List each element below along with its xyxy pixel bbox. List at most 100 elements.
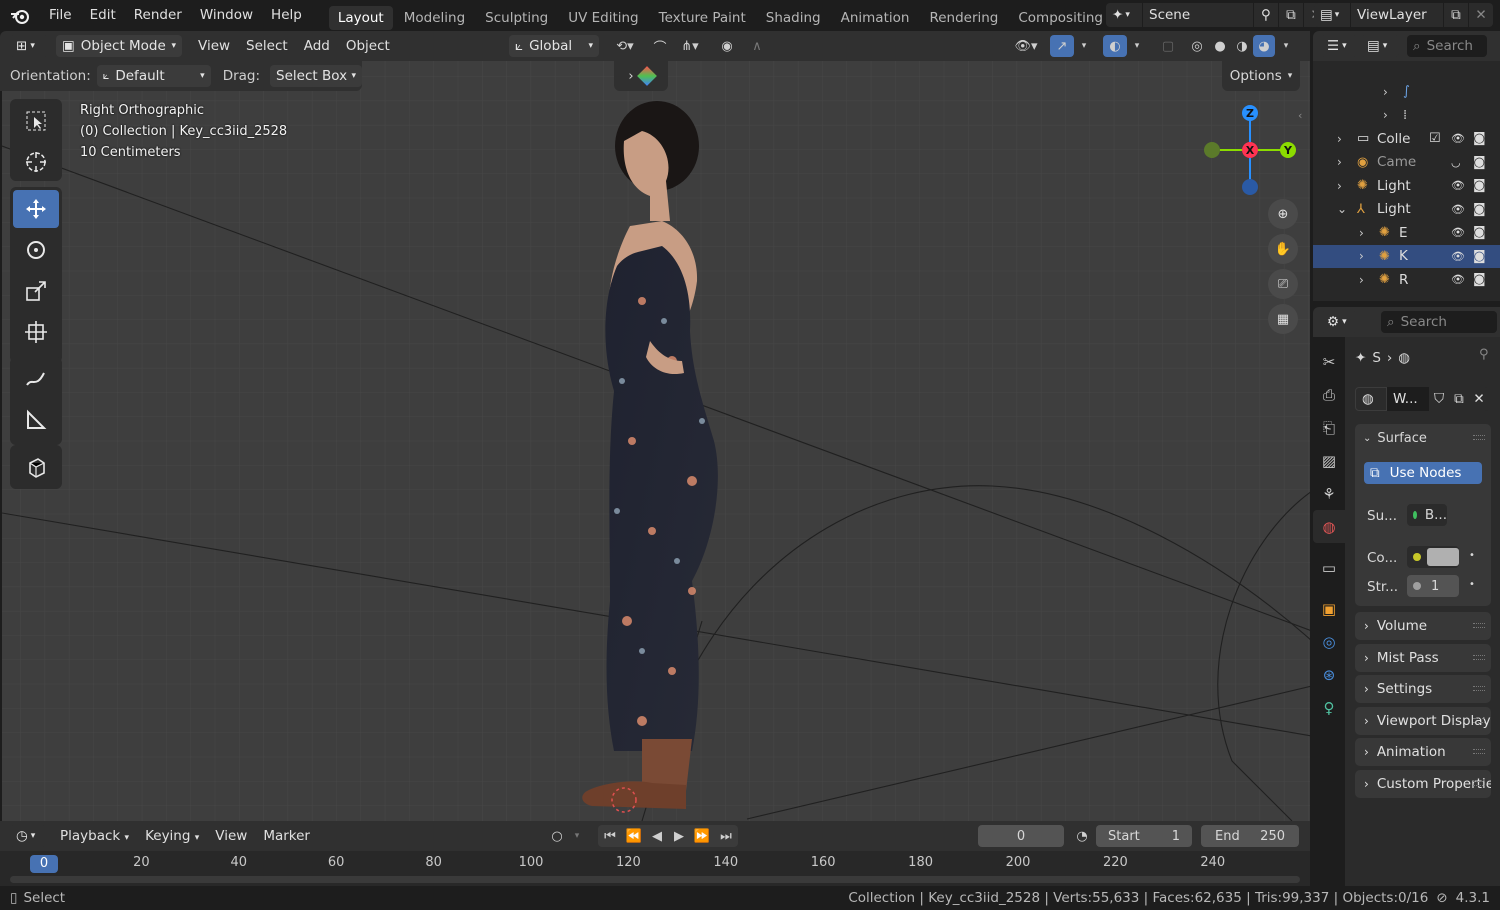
shading-dropdown-icon[interactable]: ▾ bbox=[1277, 35, 1295, 57]
menu-select[interactable]: Select bbox=[238, 38, 296, 54]
end-frame-field[interactable]: End 250 bbox=[1201, 825, 1299, 847]
render-camera-icon[interactable]: ◙ bbox=[1473, 249, 1486, 264]
chevron-right-icon[interactable]: › bbox=[1337, 132, 1342, 146]
fake-user-icon[interactable]: ⛉ bbox=[1429, 387, 1449, 411]
outliner-row[interactable]: › ⁞ bbox=[1313, 104, 1500, 128]
menu-marker[interactable]: Marker bbox=[255, 828, 318, 844]
jump-end-icon[interactable]: ⏭ bbox=[714, 825, 738, 847]
xray-icon[interactable]: ▢ bbox=[1156, 35, 1180, 57]
mode-selector[interactable]: ▣ Object Mode ▾ bbox=[56, 35, 182, 57]
panel-custom-properties[interactable]: › Custom Properties bbox=[1355, 770, 1491, 798]
transform-tool-icon[interactable] bbox=[13, 313, 59, 351]
outliner-row[interactable]: ⌄ ⅄ Light 👁 ◙ bbox=[1313, 198, 1500, 222]
add-cube-tool-icon[interactable] bbox=[13, 448, 59, 486]
scale-tool-icon[interactable] bbox=[13, 272, 59, 310]
material-shading-icon[interactable]: ◑ bbox=[1231, 35, 1253, 57]
navigation-gizmo[interactable]: Z Y X bbox=[1200, 101, 1300, 201]
zoom-icon[interactable]: ⊕ bbox=[1268, 199, 1298, 229]
physics-tab-icon[interactable]: ◎ bbox=[1313, 625, 1345, 658]
tab-compositing[interactable]: Compositing bbox=[1009, 6, 1112, 30]
outliner-search-input[interactable]: ⌕ Search bbox=[1407, 35, 1487, 57]
orthographic-grid-icon[interactable]: ▦ bbox=[1268, 304, 1298, 334]
play-icon[interactable]: ▶ bbox=[668, 825, 690, 847]
render-camera-icon[interactable]: ◙ bbox=[1473, 131, 1486, 146]
panel-animation[interactable]: › Animation bbox=[1355, 738, 1491, 767]
tab-uv-editing[interactable]: UV Editing bbox=[559, 6, 647, 30]
gizmo-dropdown-icon[interactable]: ▾ bbox=[1076, 35, 1092, 57]
eye-icon[interactable]: 👁 bbox=[1451, 250, 1465, 263]
view-layer-name-field[interactable]: ViewLayer bbox=[1351, 3, 1443, 27]
snap-icon[interactable]: ⌒ bbox=[648, 35, 672, 57]
scene-name-field[interactable]: Scene bbox=[1143, 3, 1253, 27]
transform-orientation-selector[interactable]: ⟀ Global ▾ bbox=[509, 35, 599, 57]
tab-modeling[interactable]: Modeling bbox=[395, 6, 474, 30]
chevron-right-icon[interactable]: › bbox=[1359, 249, 1364, 263]
menu-view[interactable]: View bbox=[190, 38, 238, 54]
orientation-selector[interactable]: ⟀ Default ▾ bbox=[96, 65, 211, 87]
panel-grip-icon[interactable] bbox=[1473, 654, 1485, 660]
rendered-shading-icon[interactable]: ◕ bbox=[1253, 35, 1275, 57]
move-tool-icon[interactable] bbox=[13, 190, 59, 228]
drag-selector[interactable]: Select Box ▾ bbox=[270, 65, 362, 87]
menu-file[interactable]: File bbox=[40, 0, 81, 31]
prev-keyframe-icon[interactable]: ⏪ bbox=[622, 825, 646, 847]
timeline-editor-type-button[interactable]: ◷ ▾ bbox=[10, 825, 46, 847]
wireframe-shading-icon[interactable]: ◎ bbox=[1186, 35, 1208, 57]
measure-tool-icon[interactable] bbox=[13, 401, 59, 439]
duplicate-icon[interactable]: ⧉ bbox=[1449, 387, 1469, 411]
gizmo-toggle-icon[interactable]: ↗ bbox=[1050, 35, 1074, 57]
chevron-right-icon[interactable]: › bbox=[1359, 226, 1364, 240]
timeline-scrollbar[interactable] bbox=[10, 876, 1300, 883]
properties-editor-type-button[interactable]: ⚙ ▾ bbox=[1321, 311, 1357, 333]
chevron-right-icon[interactable]: › bbox=[1337, 155, 1342, 169]
cursor-tool-icon[interactable] bbox=[13, 143, 59, 181]
constraints-tab-icon[interactable]: ⊛ bbox=[1313, 658, 1345, 691]
visibility-icon[interactable]: 👁▾ bbox=[1008, 35, 1044, 57]
menu-playback[interactable]: Playback ▾ bbox=[52, 828, 137, 844]
eye-closed-icon[interactable]: ◡ bbox=[1451, 156, 1461, 169]
menu-render[interactable]: Render bbox=[125, 0, 191, 31]
annotate-tool-icon[interactable] bbox=[13, 360, 59, 398]
auto-key-dropdown-icon[interactable]: ▾ bbox=[570, 825, 584, 847]
eye-icon[interactable]: 👁 bbox=[1451, 273, 1465, 286]
menu-help[interactable]: Help bbox=[262, 0, 311, 31]
chevron-right-icon[interactable]: › bbox=[1383, 108, 1388, 122]
snap-target-icon[interactable]: ⋔▾ bbox=[672, 35, 708, 57]
scene-browse-button[interactable]: ✦ ▾ bbox=[1106, 3, 1142, 27]
eye-icon[interactable]: 👁 bbox=[1451, 179, 1465, 192]
panel-mist-pass[interactable]: › Mist Pass bbox=[1355, 643, 1491, 672]
menu-timeline-view[interactable]: View bbox=[207, 828, 255, 844]
output-tab-icon[interactable]: ⎗ bbox=[1313, 411, 1345, 444]
exclude-checkbox-icon[interactable]: ☑ bbox=[1429, 131, 1441, 146]
overlays-toggle-icon[interactable]: ◐ bbox=[1103, 35, 1127, 57]
outliner-row[interactable]: › ✺ Light 👁 ◙ bbox=[1313, 174, 1500, 198]
rotate-tool-icon[interactable] bbox=[13, 231, 59, 269]
sidebar-toggle-icon[interactable]: ‹ bbox=[1298, 109, 1310, 125]
tab-animation[interactable]: Animation bbox=[832, 6, 919, 30]
editor-type-button[interactable]: ⊞ ▾ bbox=[10, 35, 48, 57]
solid-shading-icon[interactable]: ● bbox=[1209, 35, 1231, 57]
falloff-icon[interactable]: ∧ bbox=[742, 35, 772, 57]
strength-field[interactable]: 1 bbox=[1407, 575, 1459, 597]
panel-grip-icon[interactable] bbox=[1473, 435, 1485, 440]
object-data-tab-icon[interactable]: ♀ bbox=[1313, 691, 1345, 724]
panel-settings[interactable]: › Settings bbox=[1355, 675, 1491, 704]
view-layer-tab-icon[interactable]: ▨ bbox=[1313, 444, 1345, 477]
keyframe-dot-icon[interactable]: • bbox=[1469, 579, 1475, 590]
blender-logo-icon[interactable] bbox=[0, 0, 40, 31]
chevron-right-icon[interactable]: › bbox=[1337, 179, 1342, 193]
render-camera-icon[interactable]: ◙ bbox=[1473, 155, 1486, 170]
preview-range-icon[interactable]: ◔ bbox=[1070, 825, 1094, 847]
tab-layout[interactable]: Layout bbox=[328, 5, 393, 30]
render-camera-icon[interactable]: ◙ bbox=[1473, 178, 1486, 193]
render-camera-icon[interactable]: ◙ bbox=[1473, 272, 1486, 287]
panel-grip-icon[interactable] bbox=[1473, 781, 1485, 786]
close-icon[interactable]: ✕ bbox=[1469, 3, 1493, 27]
render-camera-icon[interactable]: ◙ bbox=[1473, 225, 1486, 240]
eye-icon[interactable]: 👁 bbox=[1451, 203, 1465, 216]
new-scene-icon[interactable]: ⧉ bbox=[1279, 3, 1303, 27]
menu-add[interactable]: Add bbox=[296, 38, 338, 54]
collection-tab-icon[interactable]: ▭ bbox=[1313, 551, 1345, 584]
tab-shading[interactable]: Shading bbox=[757, 6, 830, 30]
world-name-field[interactable]: W... bbox=[1387, 387, 1429, 411]
